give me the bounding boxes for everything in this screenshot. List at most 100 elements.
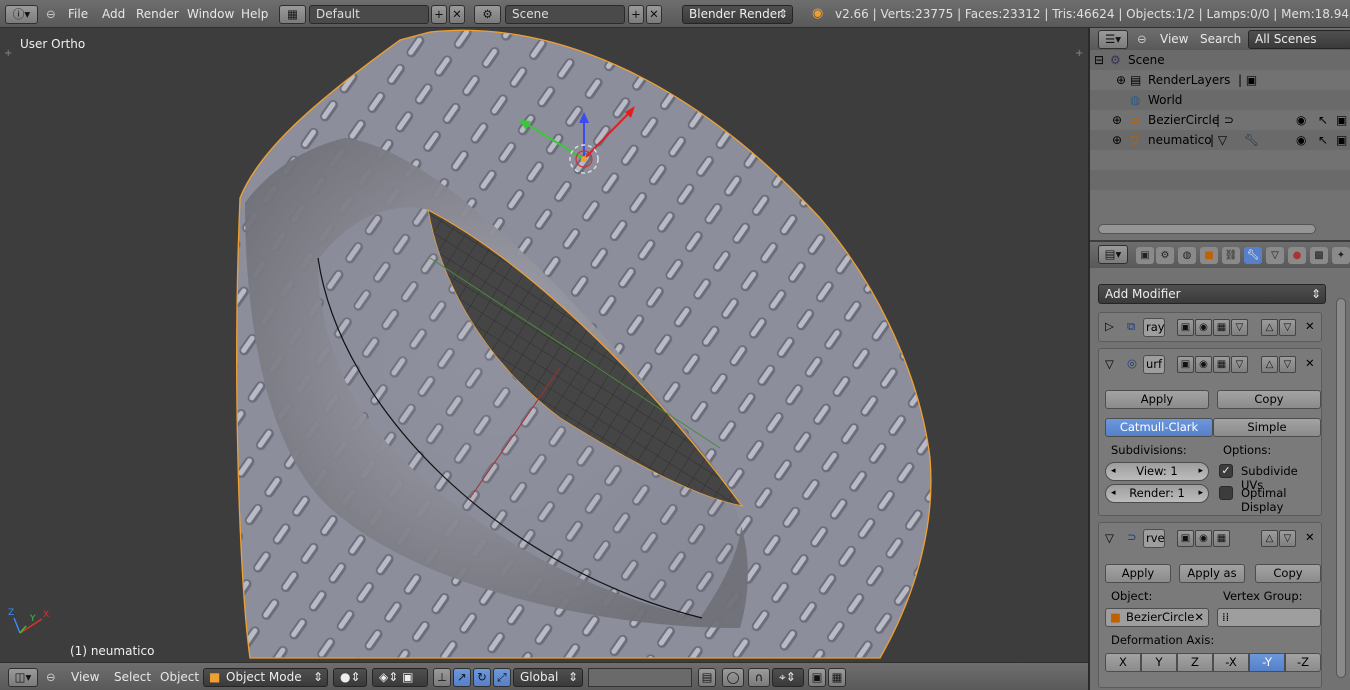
menu-window[interactable]: Window — [187, 7, 234, 21]
translate-toggle[interactable]: ↗ — [453, 668, 471, 687]
remove-modifier-icon[interactable]: ✕ — [1305, 319, 1315, 333]
view-levels-field[interactable]: ◂ View: 1 ▸ — [1105, 462, 1209, 481]
menu-file[interactable]: File — [68, 7, 88, 21]
move-up-icon[interactable]: △ — [1261, 530, 1278, 547]
expand-icon[interactable]: ⊕ — [1116, 70, 1126, 90]
axis-neg-y-button[interactable]: -Y — [1249, 653, 1285, 672]
move-up-icon[interactable]: △ — [1261, 356, 1278, 373]
copy-button[interactable]: Copy — [1217, 390, 1321, 409]
outliner-menu-search[interactable]: Search — [1200, 32, 1241, 46]
vertex-group-field[interactable]: ⁞⁞ — [1217, 608, 1321, 627]
outliner[interactable]: ⊟ ⚙ Scene ⊕ ▤ RenderLayers | ▣ ◍ World ⊕… — [1090, 50, 1350, 240]
outliner-menu-view[interactable]: View — [1160, 32, 1188, 46]
scene-tab-icon[interactable]: ⚙ — [1156, 247, 1174, 264]
outliner-filter-select[interactable]: All Scenes — [1248, 30, 1350, 49]
editmode-toggle-icon[interactable]: ▦ — [1213, 319, 1230, 336]
world-tab-icon[interactable]: ◍ — [1178, 247, 1196, 264]
move-down-icon[interactable]: ▽ — [1279, 356, 1296, 373]
eye-icon[interactable]: ◉ — [1296, 110, 1306, 130]
delete-scene-button[interactable]: ✕ — [646, 5, 662, 24]
cursor-icon[interactable]: ↖ — [1318, 110, 1328, 130]
render-still-button[interactable]: ▣ — [808, 668, 826, 687]
menu-render[interactable]: Render — [136, 7, 179, 21]
outliner-row-neumatico[interactable]: ⊕ ▽ neumatico | ▽ 🔧︎ ◉ ↖ ▣ — [1090, 130, 1350, 150]
layout-browse-button[interactable]: ▦ — [279, 5, 306, 24]
proportional-edit-button[interactable]: ◯ — [722, 668, 744, 687]
constraints-tab-icon[interactable]: ⛓ — [1222, 247, 1240, 264]
cage-toggle-icon[interactable]: ▽ — [1231, 356, 1248, 373]
expand-icon[interactable]: ⊕ — [1112, 130, 1122, 150]
copy-button[interactable]: Copy — [1255, 564, 1321, 583]
catmull-clark-button[interactable]: Catmull-Clark — [1105, 418, 1213, 437]
axis-neg-x-button[interactable]: -X — [1213, 653, 1249, 672]
increment-icon[interactable]: ▸ — [1198, 463, 1203, 480]
collapse-triangle-icon[interactable]: ▽ — [1105, 531, 1114, 545]
remove-modifier-icon[interactable]: ✕ — [1305, 530, 1315, 544]
outliner-row-world[interactable]: ◍ World — [1090, 90, 1350, 110]
curve-object-field[interactable]: ■ BezierCircle ✕ — [1105, 608, 1209, 627]
editor-type-button[interactable]: ◫▾ — [8, 668, 38, 687]
snap-toggle[interactable]: ∩ — [748, 668, 770, 687]
modifier-name-field[interactable]: ray — [1143, 318, 1165, 337]
pivot-select[interactable]: ◈⇕ ▣ — [372, 668, 428, 687]
menu-select[interactable]: Select — [114, 670, 151, 684]
eye-icon[interactable]: ◉ — [1296, 130, 1306, 150]
toolshelf-toggle-icon[interactable]: + — [4, 48, 12, 59]
apply-button[interactable]: Apply — [1105, 564, 1171, 583]
3d-viewport[interactable]: User Ortho X Y Z + + (1) neumatico — [0, 28, 1088, 662]
move-down-icon[interactable]: ▽ — [1279, 319, 1296, 336]
cage-toggle-icon[interactable]: ▽ — [1231, 319, 1248, 336]
viewport-shading-select[interactable]: ●⇕ — [333, 668, 367, 687]
scale-toggle[interactable]: ⤢ — [493, 668, 511, 687]
properties-toggle-icon[interactable]: + — [1075, 48, 1083, 59]
object-tab-icon[interactable]: ■ — [1200, 247, 1218, 264]
snap-element-select[interactable]: ⌖⇕ — [772, 668, 804, 687]
render-toggle-icon[interactable]: ▣ — [1177, 530, 1194, 547]
optimal-display-checkbox[interactable] — [1219, 486, 1233, 500]
scene-browse-button[interactable]: ⚙ — [474, 5, 501, 24]
expand-icon[interactable]: ⊕ — [1112, 110, 1122, 130]
material-tab-icon[interactable]: ● — [1288, 247, 1306, 264]
collapse-menu-icon[interactable]: ⊖ — [1137, 32, 1147, 46]
editmode-toggle-icon[interactable]: ▦ — [1213, 530, 1230, 547]
render-levels-field[interactable]: ◂ Render: 1 ▸ — [1105, 484, 1209, 503]
decrement-icon[interactable]: ◂ — [1111, 463, 1116, 480]
collapse-menu-icon[interactable]: ⊖ — [46, 670, 56, 684]
axis-y-button[interactable]: Y — [1141, 653, 1177, 672]
layout-name-field[interactable]: Default — [309, 5, 429, 24]
mode-select[interactable]: ■ Object Mode ⇕ — [203, 668, 328, 687]
menu-view[interactable]: View — [71, 670, 99, 684]
editmode-toggle-icon[interactable]: ▦ — [1213, 356, 1230, 373]
editor-type-button[interactable]: ⓘ▾ — [5, 5, 38, 24]
texture-tab-icon[interactable]: ▩ — [1310, 247, 1328, 264]
expand-triangle-icon[interactable]: ▷ — [1105, 319, 1114, 333]
axis-x-button[interactable]: X — [1105, 653, 1141, 672]
simple-button[interactable]: Simple — [1213, 418, 1321, 437]
eye-icon[interactable]: ◉ — [1195, 530, 1212, 547]
collapse-icon[interactable]: ⊟ — [1094, 50, 1104, 70]
outliner-editor-type-button[interactable]: ☰▾ — [1098, 30, 1128, 49]
data-tab-icon[interactable]: ▽ — [1266, 247, 1284, 264]
clear-icon[interactable]: ✕ — [1194, 609, 1204, 626]
axis-z-button[interactable]: Z — [1177, 653, 1213, 672]
camera-icon[interactable]: ▣ — [1336, 110, 1347, 130]
viewport-canvas[interactable] — [0, 28, 1088, 662]
scene-name-field[interactable]: Scene — [505, 5, 625, 24]
subdivide-uvs-checkbox[interactable]: ✓ — [1219, 464, 1233, 478]
physics-tab-icon[interactable]: ✦ — [1332, 247, 1350, 264]
render-toggle-icon[interactable]: ▣ — [1177, 319, 1194, 336]
outliner-row-beziercircle[interactable]: ⊕ ⊃ BezierCircle | ⊃ ◉ ↖ ▣ — [1090, 110, 1350, 130]
decrement-icon[interactable]: ◂ — [1111, 485, 1116, 502]
render-tab-icon[interactable]: ▣ — [1136, 247, 1154, 264]
apply-as-shape-button[interactable]: Apply as Sha — [1179, 564, 1245, 583]
cursor-icon[interactable]: ↖ — [1318, 130, 1328, 150]
add-layout-button[interactable]: + — [431, 5, 447, 24]
apply-button[interactable]: Apply — [1105, 390, 1209, 409]
properties-editor-type-button[interactable]: ▤▾ — [1098, 245, 1128, 264]
render-engine-select[interactable]: Blender Render ⇕ — [682, 5, 793, 24]
menu-add[interactable]: Add — [102, 7, 125, 21]
outliner-row-scene[interactable]: ⊟ ⚙ Scene — [1090, 50, 1350, 70]
menu-help[interactable]: Help — [241, 7, 268, 21]
eye-icon[interactable]: ◉ — [1195, 356, 1212, 373]
layer-buttons[interactable] — [588, 668, 692, 687]
